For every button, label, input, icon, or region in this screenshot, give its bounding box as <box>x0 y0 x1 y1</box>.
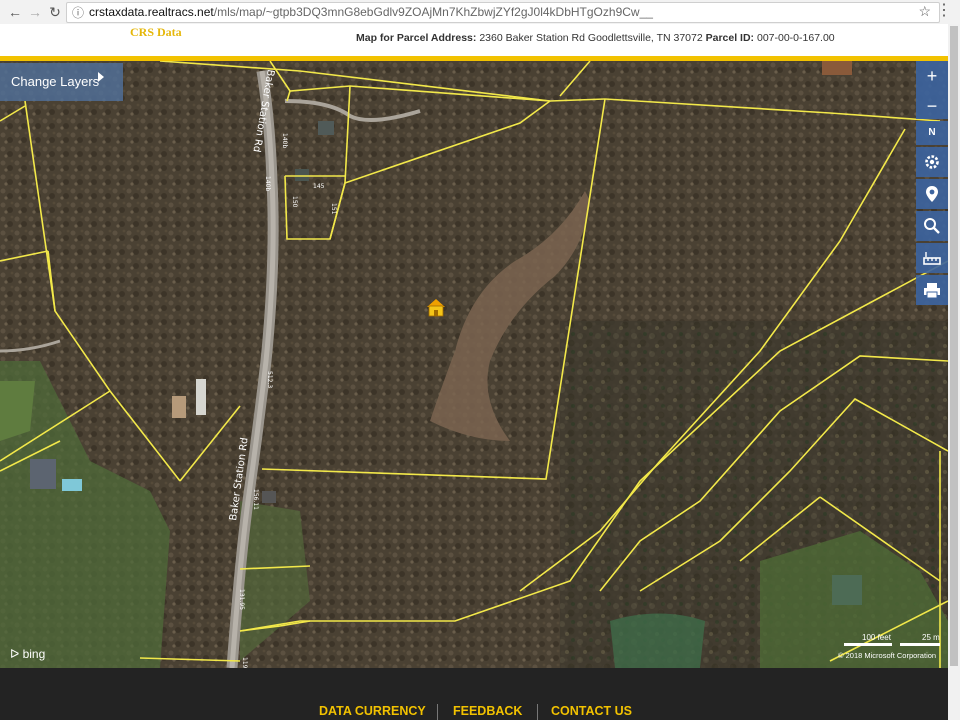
map-copyright: © 2018 Microsoft Corporation <box>838 651 937 660</box>
url-text[interactable]: crstaxdata.realtracs.net/mls/map/~gtpb3D… <box>89 5 653 19</box>
zoom-in-button[interactable]: + <box>916 61 948 91</box>
site-header: CRS Data Map for Parcel Address: 2360 Ba… <box>0 24 960 56</box>
parcel-id-label: Parcel ID: <box>705 32 755 44</box>
forward-icon[interactable]: → <box>26 3 44 21</box>
parcel-label: 512.3 <box>266 371 273 388</box>
address-label: Map for Parcel Address: <box>356 32 477 44</box>
site-footer: DATA CURRENCY FEEDBACK CONTACT US <box>0 668 948 720</box>
bing-label: bing <box>22 647 46 661</box>
info-icon[interactable]: ⓘ <box>72 4 84 21</box>
locate-button[interactable] <box>916 179 948 209</box>
ruler-icon <box>923 252 941 265</box>
compass-button[interactable]: N <box>916 121 948 145</box>
print-button[interactable] <box>916 275 948 305</box>
footer-divider <box>437 704 438 720</box>
parcel-label: 140b <box>264 176 271 191</box>
bookmark-star-icon[interactable]: ☆ <box>918 3 931 20</box>
parcel-label: 150 <box>291 196 298 208</box>
url-path: /mls/map/~gtpb3DQ3mnG8ebGdlv9ZOAjMn7KhZb… <box>213 5 653 19</box>
footer-divider <box>537 704 538 720</box>
printer-icon <box>924 283 940 299</box>
footer-link-feedback[interactable]: FEEDBACK <box>453 704 522 718</box>
compass-north-label: N <box>928 127 936 138</box>
scale-meters-label: 25 m <box>922 633 940 642</box>
measure-button[interactable] <box>916 243 948 273</box>
scale-feet-label: 100 feet <box>862 633 891 642</box>
back-icon[interactable]: ← <box>6 3 24 21</box>
scrollbar-thumb[interactable] <box>950 26 958 666</box>
footer-link-contact-us[interactable]: CONTACT US <box>551 704 632 718</box>
address-bar[interactable]: ⓘ crstaxdata.realtracs.net/mls/map/~gtpb… <box>66 2 940 23</box>
map-view[interactable]: 140b 140b 145 150 151 512.3 156.11 131.9… <box>0 61 948 668</box>
parcel-label: 156.11 <box>252 489 259 510</box>
zoom-out-button[interactable]: − <box>916 91 948 119</box>
parcel-label: 145 <box>313 183 325 190</box>
map-pin-icon <box>926 186 938 202</box>
page-scrollbar[interactable] <box>948 24 960 720</box>
search-button[interactable] <box>916 211 948 241</box>
reload-icon[interactable]: ↻ <box>46 3 64 21</box>
bing-logo[interactable]: ᐅ bing <box>10 647 45 661</box>
gear-icon <box>925 155 939 169</box>
parcel-id-value: 007-00-0-167.00 <box>756 32 835 44</box>
scale-bar-feet <box>844 643 892 646</box>
parcel-label: 119 <box>241 657 248 668</box>
url-host: crstaxdata.realtracs.net <box>89 5 214 19</box>
settings-button[interactable] <box>916 147 948 177</box>
footer-link-data-currency[interactable]: DATA CURRENCY <box>319 704 426 718</box>
caret-right-icon <box>98 72 104 82</box>
parcel-label: 151 <box>330 203 337 215</box>
parcel-info: Map for Parcel Address: 2360 Baker Stati… <box>356 32 835 44</box>
browser-menu-icon[interactable]: ⋮ <box>936 2 952 20</box>
scale-bar-meters <box>900 643 940 646</box>
address-value: 2360 Baker Station Rd Goodlettsville, TN… <box>479 32 703 44</box>
brand-logo[interactable]: CRS Data <box>130 25 182 40</box>
parcel-label: 131.95 <box>238 589 245 610</box>
change-layers-label: Change Layers <box>11 74 100 89</box>
parcel-label: 140b <box>281 133 288 148</box>
search-icon <box>924 218 940 234</box>
aerial-imagery: 140b 140b 145 150 151 512.3 156.11 131.9… <box>0 61 948 668</box>
browser-toolbar: ← → ↻ ⓘ crstaxdata.realtracs.net/mls/map… <box>0 0 960 25</box>
bing-icon: ᐅ <box>10 647 20 661</box>
change-layers-button[interactable]: Change Layers <box>0 63 123 101</box>
